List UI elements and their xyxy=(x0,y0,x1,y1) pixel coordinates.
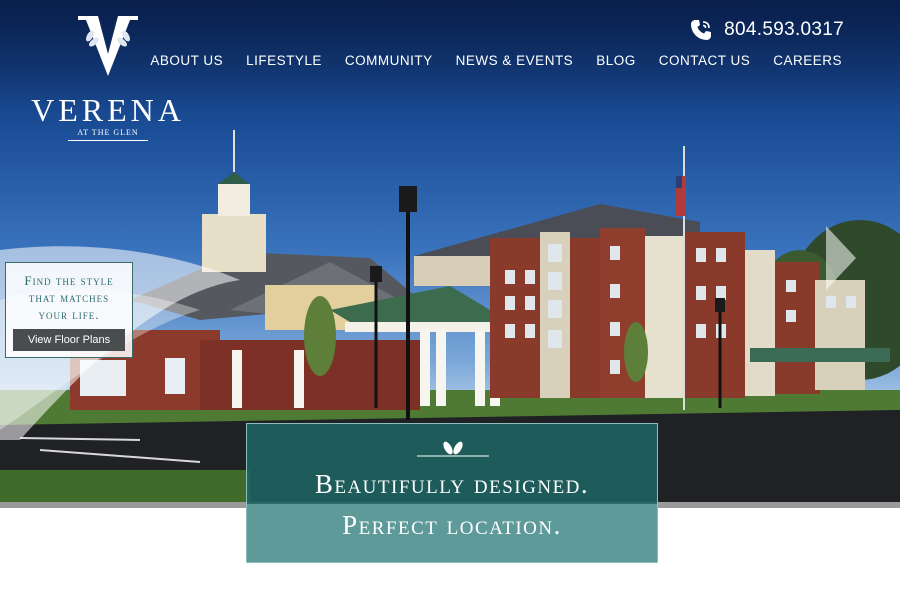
slider-next-button[interactable] xyxy=(822,224,860,292)
nav-contact-us[interactable]: CONTACT US xyxy=(659,53,751,68)
view-floor-plans-button[interactable]: View Floor Plans xyxy=(13,329,125,351)
nav-about-us[interactable]: ABOUT US xyxy=(150,53,223,68)
logo-divider xyxy=(68,140,148,141)
nav-community[interactable]: COMMUNITY xyxy=(345,53,433,68)
tagline-headline: Beautifully designed. xyxy=(314,469,590,499)
promo-title-line3: your life. xyxy=(38,307,100,322)
promo-title: Find the style that matches your life. xyxy=(6,272,132,323)
phone-number[interactable]: 804.593.0317 xyxy=(724,19,844,41)
promo-title-line2: that matches xyxy=(28,290,110,305)
tagline-subheadline: Perfect location. xyxy=(342,510,562,540)
header-phone[interactable]: 804.593.0317 xyxy=(688,17,844,43)
nav-news-events[interactable]: NEWS & EVENTS xyxy=(456,53,574,68)
promo-title-line1: Find the style xyxy=(24,273,114,288)
phone-icon xyxy=(691,20,712,40)
nav-careers[interactable]: CAREERS xyxy=(773,53,842,68)
site-logo[interactable]: VERENA AT THE GLEN xyxy=(18,14,198,141)
floor-plans-promo: Find the style that matches your life. V… xyxy=(5,262,133,358)
brand-name: VERENA xyxy=(31,92,185,128)
nav-lifestyle[interactable]: LIFESTYLE xyxy=(246,53,322,68)
chevron-right-icon xyxy=(826,226,856,290)
brand-subtitle: AT THE GLEN xyxy=(77,128,139,137)
leaf-icon xyxy=(417,441,489,457)
laurel-icon xyxy=(86,30,130,47)
tagline-banner: Beautifully designed. Perfect location. xyxy=(246,423,658,563)
logo-monogram xyxy=(78,16,138,76)
nav-blog[interactable]: BLOG xyxy=(596,53,636,68)
main-nav: ABOUT US LIFESTYLE COMMUNITY NEWS & EVEN… xyxy=(150,53,842,68)
